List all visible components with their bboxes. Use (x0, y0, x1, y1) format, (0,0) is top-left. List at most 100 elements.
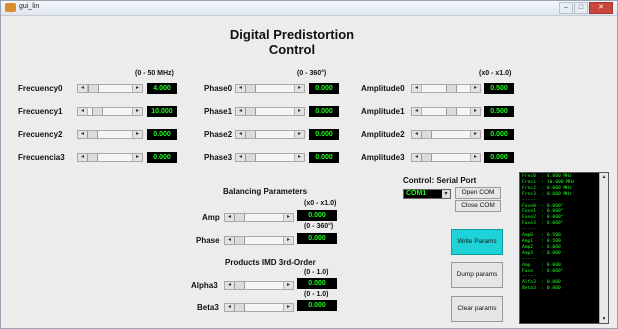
phase-bal-label: Phase (196, 236, 220, 245)
frequency0-value[interactable]: 4.000 (147, 83, 177, 94)
slider-right-arrow-icon[interactable]: ▸ (283, 214, 293, 221)
slider-thumb[interactable] (421, 131, 432, 138)
slider-thumb[interactable] (421, 154, 432, 161)
phase-range-label: (0 - 360°) (297, 70, 327, 77)
title-line-1: Digital Predistortion (229, 27, 355, 42)
amplitude3-value[interactable]: 0.000 (484, 152, 514, 163)
slider-right-arrow-icon[interactable]: ▸ (132, 108, 142, 115)
slider-thumb[interactable] (446, 108, 457, 115)
slider-thumb[interactable] (92, 108, 103, 115)
serial-port-title: Control: Serial Port (403, 176, 477, 185)
slider-right-arrow-icon[interactable]: ▸ (470, 85, 480, 92)
open-com-button[interactable]: Open COM (455, 187, 501, 199)
amp-slider[interactable]: ◂ ▸ (224, 213, 294, 222)
beta3-slider[interactable]: ◂ ▸ (224, 303, 294, 312)
slider-thumb[interactable] (234, 304, 245, 311)
frequency3-value[interactable]: 0.000 (147, 152, 177, 163)
amplitude0-slider[interactable]: ◂ ▸ (411, 84, 481, 93)
slider-right-arrow-icon[interactable]: ▸ (132, 85, 142, 92)
frequency0-slider[interactable]: ◂ ▸ (77, 84, 143, 93)
write-params-button[interactable]: Write Params (451, 229, 503, 255)
slider-right-arrow-icon[interactable]: ▸ (283, 304, 293, 311)
slider-right-arrow-icon[interactable]: ▸ (132, 131, 142, 138)
amp-range-label: (x0 - x1.0) (304, 200, 337, 207)
slider-right-arrow-icon[interactable]: ▸ (132, 154, 142, 161)
alpha3-slider[interactable]: ◂ ▸ (224, 281, 294, 290)
close-com-button[interactable]: Close COM (455, 200, 501, 212)
dump-params-button[interactable]: Dump params (451, 262, 503, 288)
phase1-slider[interactable]: ◂ ▸ (235, 107, 305, 116)
amplitude3-slider[interactable]: ◂ ▸ (411, 153, 481, 162)
slider-left-arrow-icon[interactable]: ◂ (78, 108, 88, 115)
frequency2-slider[interactable]: ◂ ▸ (77, 130, 143, 139)
alpha3-label: Alpha3 (191, 281, 218, 290)
amplitude-range-label: (x0 - x1.0) (479, 70, 512, 77)
amp-value[interactable]: 0.000 (297, 210, 337, 221)
phase-bal-slider[interactable]: ◂ ▸ (224, 236, 294, 245)
amplitude1-slider[interactable]: ◂ ▸ (411, 107, 481, 116)
frequency1-slider[interactable]: ◂ ▸ (77, 107, 143, 116)
amplitude2-slider[interactable]: ◂ ▸ (411, 130, 481, 139)
frequency3-slider[interactable]: ◂ ▸ (77, 153, 143, 162)
slider-right-arrow-icon[interactable]: ▸ (470, 108, 480, 115)
maximize-icon[interactable]: □ (574, 2, 588, 14)
frequency2-label: Frecuency2 (18, 130, 63, 139)
chevron-down-icon[interactable]: ▾ (442, 190, 450, 198)
slider-thumb[interactable] (87, 131, 98, 138)
slider-right-arrow-icon[interactable]: ▸ (283, 282, 293, 289)
slider-thumb[interactable] (234, 214, 245, 221)
beta3-value[interactable]: 0.000 (297, 300, 337, 311)
phase1-value[interactable]: 0.000 (309, 106, 339, 117)
phase3-slider[interactable]: ◂ ▸ (235, 153, 305, 162)
slider-thumb[interactable] (88, 85, 99, 92)
phase2-slider[interactable]: ◂ ▸ (235, 130, 305, 139)
frequency1-label: Frecuency1 (18, 107, 63, 116)
frequency2-value[interactable]: 0.000 (147, 129, 177, 140)
phase-bal-value[interactable]: 0.000 (297, 233, 337, 244)
slider-thumb[interactable] (245, 131, 256, 138)
amplitude0-value[interactable]: 0.500 (484, 83, 514, 94)
slider-left-arrow-icon[interactable]: ◂ (412, 85, 422, 92)
close-icon[interactable]: ✕ (589, 2, 613, 14)
alpha3-value[interactable]: 0.000 (297, 278, 337, 289)
frequency1-value[interactable]: 10.000 (147, 106, 177, 117)
title-line-2: Control (268, 42, 316, 57)
slider-left-arrow-icon[interactable]: ◂ (78, 85, 88, 92)
slider-left-arrow-icon[interactable]: ◂ (412, 108, 422, 115)
slider-right-arrow-icon[interactable]: ▸ (470, 131, 480, 138)
beta3-range-label: (0 - 1.0) (304, 291, 329, 298)
slider-thumb[interactable] (87, 154, 98, 161)
slider-thumb[interactable] (234, 282, 245, 289)
app-window: gui_lin – □ ✕ Digital Predistortion Cont… (0, 0, 618, 329)
scroll-up-icon[interactable]: ▲ (600, 173, 608, 181)
phase3-label: Phase3 (204, 153, 233, 162)
slider-thumb[interactable] (245, 108, 256, 115)
clear-params-button[interactable]: Clear params (451, 296, 503, 322)
slider-right-arrow-icon[interactable]: ▸ (283, 237, 293, 244)
slider-thumb[interactable] (446, 85, 457, 92)
minimize-icon[interactable]: – (559, 2, 573, 14)
params-console[interactable]: Frec0 : 4.000 MHz Frec1 : 10.000 MHz Frec2… (519, 172, 609, 324)
slider-right-arrow-icon[interactable]: ▸ (470, 154, 480, 161)
slider-thumb[interactable] (245, 154, 256, 161)
phase-bal-range-label: (0 - 360°) (304, 223, 334, 230)
console-scrollbar[interactable]: ▲ ▼ (599, 173, 608, 323)
phase0-slider[interactable]: ◂ ▸ (235, 84, 305, 93)
slider-right-arrow-icon[interactable]: ▸ (294, 131, 304, 138)
phase2-value[interactable]: 0.000 (309, 129, 339, 140)
phase3-value[interactable]: 0.000 (309, 152, 339, 163)
slider-thumb[interactable] (245, 85, 256, 92)
slider-right-arrow-icon[interactable]: ▸ (294, 154, 304, 161)
com-port-select[interactable]: COM1 ▾ (403, 189, 451, 199)
scroll-down-icon[interactable]: ▼ (600, 315, 608, 323)
amplitude1-value[interactable]: 0.500 (484, 106, 514, 117)
amplitude3-label: Amplitude3 (361, 153, 405, 162)
slider-right-arrow-icon[interactable]: ▸ (294, 85, 304, 92)
console-text: Frec0 : 4.000 MHz Frec1 : 10.000 MHz Frec2… (522, 174, 598, 292)
slider-thumb[interactable] (234, 237, 245, 244)
com-port-value: COM1 (406, 190, 427, 197)
amplitude2-value[interactable]: 0.000 (484, 129, 514, 140)
slider-right-arrow-icon[interactable]: ▸ (294, 108, 304, 115)
phase1-label: Phase1 (204, 107, 233, 116)
phase0-value[interactable]: 0.000 (309, 83, 339, 94)
